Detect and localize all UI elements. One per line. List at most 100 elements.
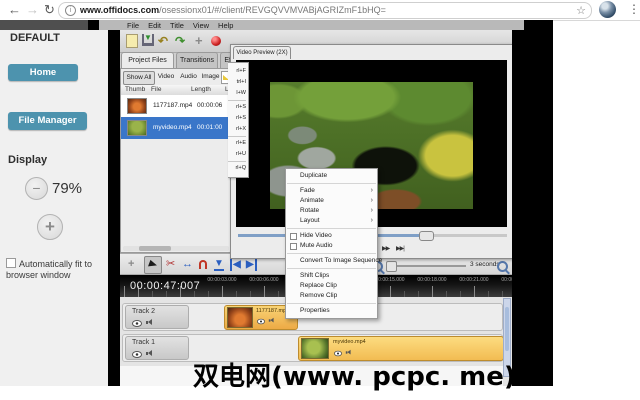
file-name: myvideo.mp4 <box>153 124 192 131</box>
menu-shortcut[interactable]: rl+U <box>228 149 246 160</box>
menu-shortcut[interactable]: rl+X <box>228 124 246 135</box>
menu-item-properties[interactable]: Properties <box>286 306 377 316</box>
preview-seek-handle[interactable] <box>419 231 434 241</box>
menu-separator <box>287 268 376 269</box>
move-tool-icon[interactable]: + <box>195 34 203 48</box>
record-icon[interactable] <box>211 36 221 46</box>
menu-shortcut[interactable]: rl+S <box>228 113 246 124</box>
clip-audio-icon[interactable] <box>345 349 352 356</box>
home-button[interactable]: Home <box>8 64 78 81</box>
filter-video[interactable]: Video <box>155 71 177 83</box>
fast-forward-button[interactable]: ▶▶ <box>382 245 390 252</box>
razor-tool-icon[interactable]: ✂ <box>166 258 175 271</box>
new-project-icon[interactable] <box>126 34 138 48</box>
timeline-zoom-handle[interactable] <box>386 261 397 272</box>
checkbox-icon <box>290 233 297 240</box>
zoom-out-button[interactable]: − <box>25 177 48 200</box>
clip-thumbnail <box>227 307 253 328</box>
file-row[interactable]: 1177187.mp4 00:00:06 <box>121 95 231 117</box>
filter-show-all[interactable]: Show All <box>123 71 155 85</box>
undo-icon[interactable]: ↶ <box>158 34 168 48</box>
menu-help[interactable]: Help <box>218 21 233 30</box>
track-visibility-icon[interactable] <box>132 351 142 358</box>
filter-image[interactable]: Image <box>200 71 221 83</box>
video-preview-tab[interactable]: Video Preview (2X) <box>233 46 291 59</box>
menu-item-label: Rotate <box>300 207 320 214</box>
col-thumb: Thumb <box>125 86 146 93</box>
add-marker-icon[interactable]: ▼ <box>214 258 224 271</box>
menu-item-convert-to-image-sequence[interactable]: Convert To Image Sequence <box>286 256 382 266</box>
display-label: Display <box>8 154 48 166</box>
clip-context-menu: Duplicate Fade › Animate › Rotate › Layout ›… <box>285 168 382 319</box>
filter-audio[interactable]: Audio <box>178 71 199 83</box>
menu-shortcut[interactable]: trl+I <box>228 77 246 88</box>
track-visibility-icon[interactable] <box>132 320 142 327</box>
snap-magnet-icon[interactable] <box>199 260 207 269</box>
profile-avatar[interactable] <box>599 1 616 18</box>
menu-item-animate[interactable]: Animate › <box>286 196 377 206</box>
timeline-zoom-in-icon[interactable] <box>497 261 510 275</box>
zoom-in-button[interactable]: + <box>37 214 63 240</box>
files-horizontal-scrollbar[interactable] <box>123 246 229 251</box>
menu-shortcut[interactable]: rl+F <box>228 66 246 77</box>
menu-item-duplicate[interactable]: Duplicate <box>286 171 377 181</box>
menu-shortcut[interactable]: rl+E <box>228 138 246 149</box>
arrow-tool-icon[interactable] <box>144 256 162 274</box>
resize-tool-icon[interactable]: ↔ <box>182 258 193 271</box>
url-path: /osessionx01/#/client/REVGQVVMVABjAGRIZm… <box>159 5 386 15</box>
import-files-icon[interactable]: ▼ <box>142 34 154 46</box>
menu-shortcut[interactable]: l+W <box>228 88 246 99</box>
file-name: 1177187.mp4 <box>153 102 193 109</box>
file-row-selected[interactable]: myvideo.mp4 00:01:00 <box>121 117 231 139</box>
menu-item-layout[interactable]: Layout › <box>286 216 377 226</box>
fit-checkbox-row[interactable]: Automatically fit to browser window <box>6 258 101 281</box>
reload-button[interactable]: ↻ <box>44 2 55 17</box>
forward-button[interactable]: → <box>26 2 39 17</box>
previous-marker-icon[interactable]: ◀ <box>230 258 241 271</box>
file-manager-button[interactable]: File Manager <box>8 112 87 130</box>
menu-file[interactable]: File <box>127 21 139 30</box>
seek-end-button[interactable]: ▶▶| <box>396 245 405 252</box>
track-audio-icon[interactable] <box>146 319 154 326</box>
browser-menu-icon[interactable]: ⋮ <box>628 2 640 16</box>
menu-item-replace-clip[interactable]: Replace Clip <box>286 281 377 291</box>
tab-project-files[interactable]: Project Files <box>121 52 174 68</box>
app-menubar: File Edit Title View Help <box>99 20 524 30</box>
divider-left <box>108 30 120 386</box>
menu-item-hide-video[interactable]: Hide Video <box>286 231 377 241</box>
menu-shortcut[interactable]: rl+S <box>228 102 246 113</box>
menu-edit[interactable]: Edit <box>148 21 161 30</box>
next-marker-icon[interactable]: ▶ <box>246 258 257 271</box>
playhead-time: 00:00:47:007 <box>130 280 201 292</box>
info-icon[interactable]: i <box>65 5 76 16</box>
url-host: www.offidocs.com <box>80 5 160 15</box>
sidebar-title: DEFAULT <box>10 32 60 44</box>
menu-item-label: Layout <box>300 217 320 224</box>
menu-item-fade[interactable]: Fade › <box>286 186 377 196</box>
track-header[interactable]: Track 2 <box>125 305 189 329</box>
add-track-icon[interactable]: + <box>128 258 134 271</box>
menu-separator <box>287 303 376 304</box>
track-header[interactable]: Track 1 <box>125 336 189 360</box>
track-audio-icon[interactable] <box>146 350 154 357</box>
bookmark-star-icon[interactable]: ☆ <box>576 4 586 17</box>
menu-item-mute-audio[interactable]: Mute Audio <box>286 241 377 251</box>
menu-view[interactable]: View <box>193 21 209 30</box>
fit-checkbox[interactable] <box>6 258 16 268</box>
menu-item-rotate[interactable]: Rotate › <box>286 206 377 216</box>
file-thumbnail <box>127 98 147 114</box>
watermark-text: 双电网(www. pcpc. me) <box>193 362 516 392</box>
menu-separator <box>287 228 376 229</box>
ruler-label: 00:00:03.000 <box>207 277 237 283</box>
menu-title[interactable]: Title <box>170 21 184 30</box>
redo-icon[interactable]: ↷ <box>175 34 185 48</box>
menu-item-remove-clip[interactable]: Remove Clip <box>286 291 377 301</box>
back-button[interactable]: ← <box>8 2 21 17</box>
address-bar[interactable]: i www.offidocs.com/osessionx01/#/client/… <box>58 2 592 19</box>
clip-visibility-icon[interactable] <box>257 318 265 325</box>
menu-shortcut[interactable]: rl+Q <box>228 163 246 174</box>
timeline-zoom-slider[interactable] <box>386 265 466 267</box>
tab-transitions[interactable]: Transitions <box>176 52 218 68</box>
clip-audio-icon[interactable] <box>268 317 275 324</box>
menu-item-shift-clips[interactable]: Shift Clips <box>286 271 377 281</box>
